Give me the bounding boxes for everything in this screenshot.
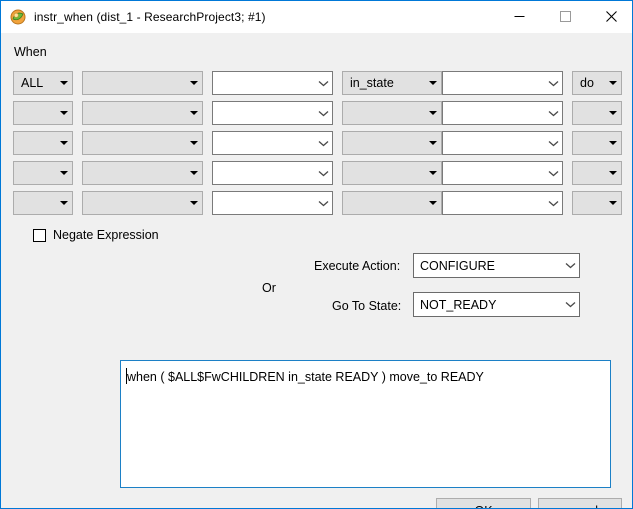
minimize-icon[interactable] — [496, 1, 542, 32]
chevron-down-icon — [604, 171, 621, 175]
row-2-state-combobox[interactable] — [442, 131, 563, 155]
row-1-operator-dropdown[interactable] — [342, 101, 442, 125]
chevron-down-icon — [544, 140, 562, 147]
row-0-action-dropdown[interactable]: do — [572, 71, 622, 95]
window-controls — [496, 1, 632, 32]
chevron-down-icon — [561, 262, 579, 269]
expression-text: when ( $ALL$FwCHILDREN in_state READY ) … — [127, 370, 484, 384]
row-4-object-dropdown[interactable] — [82, 191, 203, 215]
negate-expression-checkbox[interactable]: Negate Expression — [33, 228, 159, 242]
row-0-action-value: do — [580, 76, 594, 90]
chevron-down-icon — [185, 141, 202, 145]
chevron-down-icon — [544, 80, 562, 87]
chevron-down-icon — [424, 171, 441, 175]
chevron-down-icon — [314, 140, 332, 147]
chevron-down-icon — [55, 201, 72, 205]
ok-button[interactable]: OK — [436, 498, 531, 508]
row-0-operator-value: in_state — [350, 76, 394, 90]
row-1-object-dropdown[interactable] — [82, 101, 203, 125]
execute-action-label: Execute Action: — [314, 259, 401, 273]
row-2-operator-dropdown[interactable] — [342, 131, 442, 155]
chevron-down-icon — [185, 171, 202, 175]
row-0-quantifier-dropdown[interactable]: ALL — [13, 71, 73, 95]
row-3-object-combobox[interactable] — [212, 161, 333, 185]
row-3-operator-dropdown[interactable] — [342, 161, 442, 185]
row-3-state-combobox[interactable] — [442, 161, 563, 185]
row-2-quantifier-dropdown[interactable] — [13, 131, 73, 155]
row-2-object-combobox[interactable] — [212, 131, 333, 155]
chevron-down-icon — [544, 170, 562, 177]
title-bar[interactable]: instr_when (dist_1 - ResearchProject3; #… — [1, 1, 632, 33]
chevron-down-icon — [424, 141, 441, 145]
chevron-down-icon — [55, 111, 72, 115]
app-icon — [10, 9, 26, 25]
chevron-down-icon — [544, 110, 562, 117]
chevron-down-icon — [185, 111, 202, 115]
chevron-down-icon — [561, 301, 579, 308]
chevron-down-icon — [424, 111, 441, 115]
row-3-action-dropdown[interactable] — [572, 161, 622, 185]
row-4-quantifier-dropdown[interactable] — [13, 191, 73, 215]
close-icon[interactable] — [588, 1, 632, 32]
row-0-object-combobox[interactable] — [212, 71, 333, 95]
instr-when-dialog: instr_when (dist_1 - ResearchProject3; #… — [0, 0, 633, 509]
chevron-down-icon — [604, 81, 621, 85]
chevron-down-icon — [604, 141, 621, 145]
chevron-down-icon — [314, 200, 332, 207]
row-4-action-dropdown[interactable] — [572, 191, 622, 215]
row-0-object-dropdown[interactable] — [82, 71, 203, 95]
chevron-down-icon — [185, 81, 202, 85]
cancel-button[interactable]: cancel — [538, 498, 622, 508]
row-4-operator-dropdown[interactable] — [342, 191, 442, 215]
expression-textarea[interactable]: when ( $ALL$FwCHILDREN in_state READY ) … — [120, 360, 611, 488]
row-1-object-combobox[interactable] — [212, 101, 333, 125]
chevron-down-icon — [604, 111, 621, 115]
row-3-object-dropdown[interactable] — [82, 161, 203, 185]
chevron-down-icon — [314, 170, 332, 177]
chevron-down-icon — [314, 110, 332, 117]
chevron-down-icon — [544, 200, 562, 207]
maximize-icon[interactable] — [542, 1, 588, 32]
row-2-action-dropdown[interactable] — [572, 131, 622, 155]
row-1-action-dropdown[interactable] — [572, 101, 622, 125]
chevron-down-icon — [604, 201, 621, 205]
row-1-state-combobox[interactable] — [442, 101, 563, 125]
row-0-state-combobox[interactable] — [442, 71, 563, 95]
execute-action-combobox[interactable]: CONFIGURE — [413, 253, 580, 278]
chevron-down-icon — [55, 81, 72, 85]
row-0-operator-dropdown[interactable]: in_state — [342, 71, 442, 95]
row-2-object-dropdown[interactable] — [82, 131, 203, 155]
chevron-down-icon — [424, 201, 441, 205]
chevron-down-icon — [55, 171, 72, 175]
or-label: Or — [262, 281, 276, 295]
execute-action-value: CONFIGURE — [420, 258, 495, 273]
go-to-state-value: NOT_READY — [420, 297, 497, 312]
chevron-down-icon — [55, 141, 72, 145]
chevron-down-icon — [424, 81, 441, 85]
go-to-state-label: Go To State: — [332, 299, 402, 313]
row-1-quantifier-dropdown[interactable] — [13, 101, 73, 125]
go-to-state-combobox[interactable]: NOT_READY — [413, 292, 580, 317]
row-4-state-combobox[interactable] — [442, 191, 563, 215]
row-3-quantifier-dropdown[interactable] — [13, 161, 73, 185]
window-title: instr_when (dist_1 - ResearchProject3; #… — [34, 10, 266, 24]
chevron-down-icon — [314, 80, 332, 87]
row-0-quantifier-value: ALL — [21, 76, 44, 90]
checkbox-icon — [33, 228, 46, 242]
when-label: When — [14, 45, 47, 59]
chevron-down-icon — [185, 201, 202, 205]
row-4-object-combobox[interactable] — [212, 191, 333, 215]
dialog-client-area: When ALL in_state do Negate Expression O… — [1, 33, 632, 508]
negate-expression-label: Negate Expression — [53, 228, 159, 242]
